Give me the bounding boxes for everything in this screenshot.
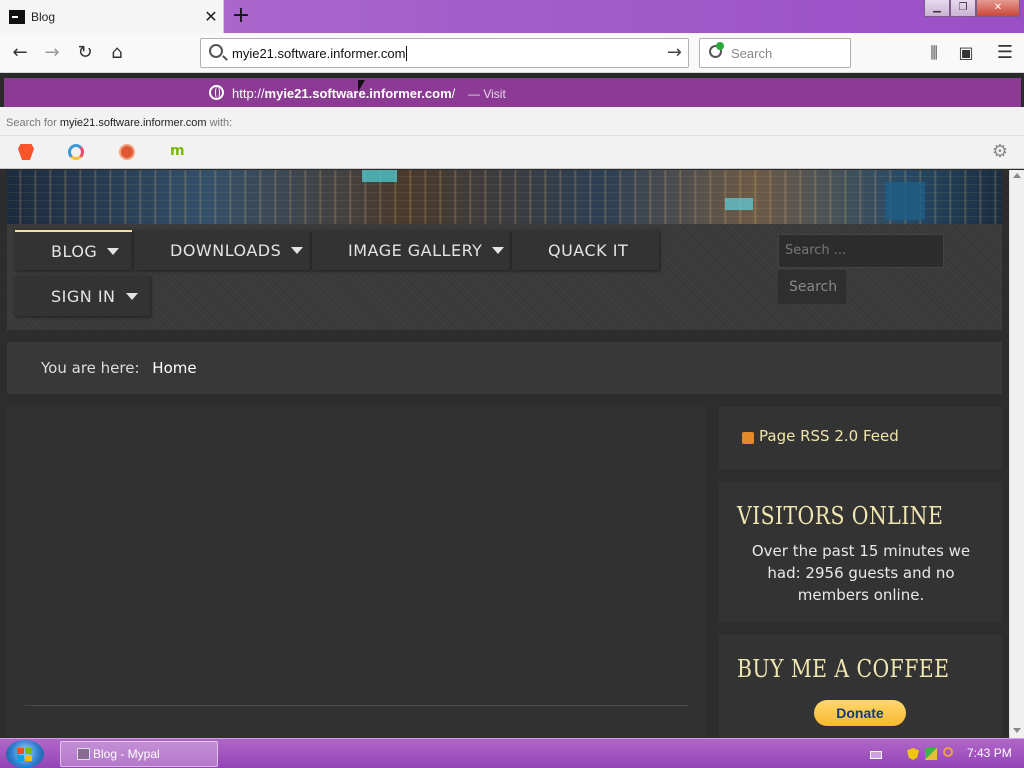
new-tab-button[interactable]: +: [228, 3, 254, 29]
brave-search-icon[interactable]: [18, 144, 34, 160]
taskbar-item-browser[interactable]: Blog - Mypal: [60, 741, 218, 767]
tray-search-icon[interactable]: [943, 747, 953, 757]
address-bar[interactable]: myie21.software.informer.com →: [200, 38, 689, 68]
site-search-button[interactable]: Search: [778, 270, 846, 304]
chevron-down-icon: [492, 246, 505, 254]
url-suggestion[interactable]: http://myie21.software.informer.com/ — V…: [4, 78, 1021, 107]
chevron-down-icon: [125, 292, 138, 300]
coffee-title: BUY ME A COFFEE: [737, 655, 950, 683]
search-bar-placeholder: Search: [731, 46, 773, 61]
go-arrow-icon[interactable]: →: [667, 42, 682, 63]
site-navigation: BLOG DOWNLOADS IMAGE GALLERY QUACK IT SI…: [7, 224, 1002, 330]
menu-item-blog[interactable]: BLOG: [15, 230, 132, 270]
tab-close-icon[interactable]: ✕: [199, 7, 223, 26]
search-settings-gear-icon[interactable]: ⚙: [992, 141, 1008, 162]
site-search-input[interactable]: Search ...: [778, 234, 944, 268]
suggestion-visit-label: — Visit: [468, 87, 506, 101]
scroll-down-icon[interactable]: [1013, 728, 1021, 733]
visitors-widget: VISITORS ONLINE Over the past 15 minutes…: [719, 482, 1002, 622]
sidebar-icon[interactable]: ▣: [954, 41, 978, 65]
page-scrollbar[interactable]: [1009, 170, 1024, 738]
coffee-widget: BUY ME A COFFEE Donate: [719, 635, 1002, 738]
globe-icon: [209, 85, 224, 100]
suggestion-url: http://myie21.software.informer.com/: [232, 86, 456, 101]
donate-button[interactable]: Donate: [814, 700, 906, 726]
one-off-search-panel: Search for myie21.software.informer.com …: [0, 107, 1024, 169]
qwant-search-icon[interactable]: [68, 144, 84, 160]
browser-app-icon: [77, 748, 90, 760]
scroll-up-icon[interactable]: [1013, 173, 1021, 178]
site-banner-image: [7, 170, 1002, 224]
rss-feed-link[interactable]: Page RSS 2.0 Feed: [759, 427, 899, 445]
chevron-down-icon: [291, 246, 304, 254]
search-icon: [209, 44, 223, 58]
back-icon[interactable]: ←: [8, 41, 32, 65]
reload-icon[interactable]: ↻: [73, 41, 97, 65]
close-window-button[interactable]: ✕: [976, 0, 1020, 17]
address-bar-text[interactable]: myie21.software.informer.com: [232, 46, 408, 61]
rss-icon: [742, 432, 754, 444]
visitors-title: VISITORS ONLINE: [737, 502, 944, 530]
restore-button[interactable]: ❐: [950, 0, 976, 17]
mouse-cursor-icon: [358, 80, 365, 92]
minimize-button[interactable]: ▁: [924, 0, 950, 17]
menu-item-downloads[interactable]: DOWNLOADS: [134, 230, 310, 270]
web-page: BLOG DOWNLOADS IMAGE GALLERY QUACK IT SI…: [0, 170, 1009, 738]
browser-tab[interactable]: Blog ✕: [0, 0, 224, 33]
search-bar[interactable]: Search: [699, 38, 851, 68]
library-icon[interactable]: ⫼: [922, 41, 946, 65]
menu-item-image-gallery[interactable]: IMAGE GALLERY: [312, 230, 510, 270]
keyboard-icon[interactable]: [870, 751, 882, 759]
menu-item-sign-in[interactable]: SIGN IN: [15, 276, 150, 316]
title-bar: Blog ✕ + ▁ ❐ ✕: [0, 0, 1024, 33]
divider: [25, 705, 689, 706]
search-engine-icon: [709, 42, 724, 58]
mojeek-search-icon[interactable]: m: [170, 144, 186, 160]
menu-icon[interactable]: ☰: [993, 41, 1017, 65]
taskbar: Blog - Mypal 7:43 PM: [0, 738, 1024, 768]
breadcrumb: You are here: Home: [7, 342, 1002, 394]
search-for-label: Search for myie21.software.informer.com …: [6, 117, 233, 129]
tab-title: Blog: [31, 9, 56, 24]
search-engines-row: m: [0, 135, 1024, 167]
site-favicon-icon: [9, 9, 25, 24]
duckduckgo-search-icon[interactable]: [119, 144, 135, 160]
navigation-toolbar: ← → ↻ ⌂ myie21.software.informer.com → S…: [0, 33, 1024, 73]
window-controls: ▁ ❐ ✕: [924, 0, 1020, 17]
visitors-text: Over the past 15 minutes we had: 2956 gu…: [751, 542, 971, 604]
rss-widget: Page RSS 2.0 Feed: [719, 407, 1002, 469]
menu-item-quack-it[interactable]: QUACK IT: [512, 230, 659, 270]
security-shield-icon[interactable]: [907, 748, 919, 760]
network-icon[interactable]: [925, 748, 937, 760]
breadcrumb-home: Home: [152, 359, 197, 377]
home-icon[interactable]: ⌂: [105, 41, 129, 65]
main-content: [7, 407, 707, 738]
start-button[interactable]: [6, 740, 44, 768]
chevron-down-icon: [107, 247, 120, 255]
system-clock[interactable]: 7:43 PM: [967, 746, 1012, 760]
forward-icon[interactable]: →: [40, 41, 64, 65]
breadcrumb-label: You are here:: [41, 359, 140, 377]
